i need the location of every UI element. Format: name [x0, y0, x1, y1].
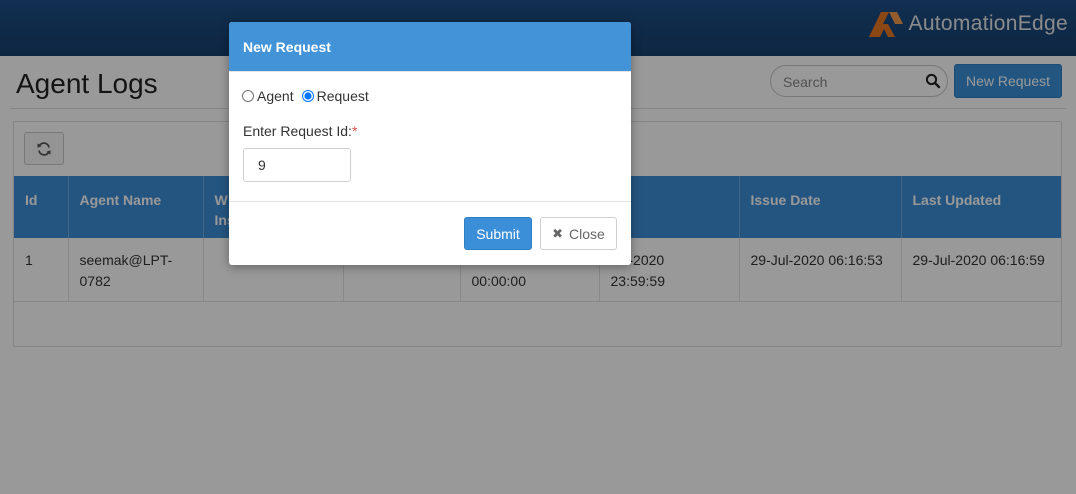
close-button[interactable]: ✖ Close [540, 217, 617, 250]
dialog-title: New Request [229, 22, 631, 72]
radio-option-request[interactable]: Request [301, 88, 369, 104]
request-type-options: Agent Request [242, 88, 377, 104]
agent-radio[interactable] [242, 90, 254, 102]
radio-option-agent[interactable]: Agent [242, 88, 294, 104]
request-id-input[interactable] [243, 148, 351, 182]
agent-radio-label: Agent [257, 88, 294, 104]
new-request-dialog: New Request Agent Request Enter Request … [229, 22, 631, 265]
request-id-label-text: Enter Request Id: [243, 123, 352, 139]
dialog-footer: Submit ✖ Close [229, 202, 631, 265]
request-radio-label: Request [316, 88, 369, 104]
close-button-label: Close [569, 225, 605, 242]
required-marker: * [351, 123, 358, 139]
close-icon: ✖ [552, 225, 564, 241]
dialog-body: Agent Request Enter Request Id:* [229, 72, 631, 202]
request-radio[interactable] [301, 90, 314, 102]
request-id-label: Enter Request Id:* [243, 123, 357, 139]
submit-button[interactable]: Submit [464, 217, 532, 250]
